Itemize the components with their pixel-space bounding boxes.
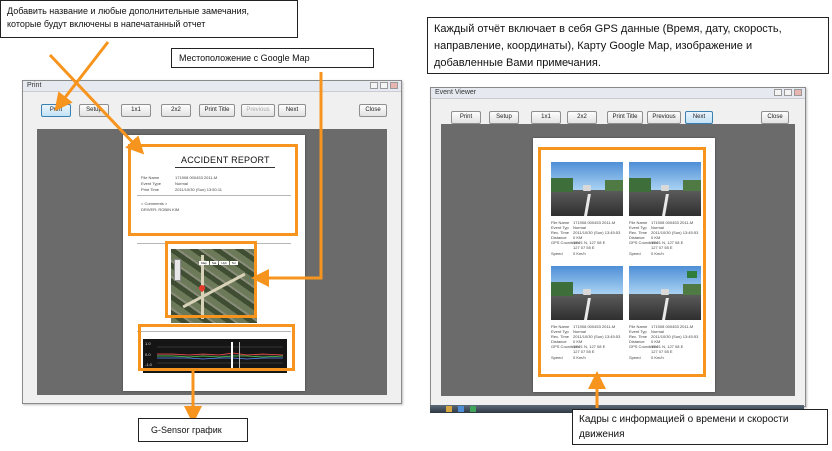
window-title-bar: Print — [23, 81, 401, 92]
callout-gps-line-1: Каждый отчёт включает в себя GPS данные … — [434, 23, 782, 35]
callout-frames-line-1: Кадры с информацией о времени и скорости — [579, 414, 789, 425]
setup-button[interactable]: Setup — [489, 111, 519, 124]
close-button[interactable]: Close — [359, 104, 387, 117]
callout-frames-line-2: движения — [579, 429, 625, 440]
layout-2x2-button[interactable]: 2x2 — [161, 104, 191, 117]
callout-gps-line-2: направление, координаты), Карту Google M… — [434, 40, 753, 52]
highlight-map — [165, 241, 257, 318]
print-button[interactable]: Print — [41, 104, 71, 117]
highlight-report-header — [128, 144, 298, 236]
close-icon[interactable] — [390, 82, 398, 89]
callout-gps-info: Каждый отчёт включает в себя GPS данные … — [427, 17, 829, 74]
taskbar-icon-2[interactable] — [458, 406, 464, 412]
previous-button[interactable]: Previous — [241, 104, 275, 117]
minimize-icon[interactable] — [774, 89, 782, 96]
toolbar: Print Setup 1x1 2x2 Print Title Previous… — [431, 102, 805, 124]
print-button[interactable]: Print — [451, 111, 481, 124]
maximize-icon[interactable] — [380, 82, 388, 89]
toolbar: Print Setup 1x1 2x2 Print Title Previous… — [23, 95, 401, 117]
close-icon[interactable] — [794, 89, 802, 96]
maximize-icon[interactable] — [784, 89, 792, 96]
close-button[interactable]: Close — [761, 111, 789, 124]
highlight-g-sensor — [138, 324, 295, 371]
next-button[interactable]: Next — [685, 111, 713, 124]
layout-2x2-button[interactable]: 2x2 — [567, 111, 597, 124]
layout-1x1-button[interactable]: 1x1 — [121, 104, 151, 117]
callout-google-map-text: Местоположение с Google Map — [179, 53, 310, 63]
callout-gsensor: G-Sensor график — [138, 418, 248, 442]
callout-google-map: Местоположение с Google Map — [171, 48, 374, 68]
window-title: Event Viewer — [435, 89, 477, 96]
callout-notes-line-1: Добавить название и любые дополнительные… — [7, 6, 250, 16]
previous-button[interactable]: Previous — [647, 111, 681, 124]
minimize-icon[interactable] — [370, 82, 378, 89]
callout-gsensor-text: G-Sensor график — [151, 425, 222, 435]
window-title: Print — [27, 82, 42, 89]
layout-1x1-button[interactable]: 1x1 — [531, 111, 561, 124]
window-title-bar: Event Viewer — [431, 88, 805, 99]
callout-notes-line-2: которые будут включены в напечатанный от… — [7, 19, 206, 29]
highlight-frames — [538, 147, 706, 377]
next-button[interactable]: Next — [278, 104, 306, 117]
callout-frames: Кадры с информацией о времени и скорости… — [572, 409, 828, 445]
callout-gps-line-3: добавленные Вами примечания. — [434, 57, 601, 69]
taskbar-icon-3[interactable] — [470, 406, 476, 412]
print-title-button[interactable]: Print Title — [607, 111, 643, 124]
setup-button[interactable]: Setup — [79, 104, 109, 117]
print-title-button[interactable]: Print Title — [199, 104, 235, 117]
taskbar-icon-1[interactable] — [446, 406, 452, 412]
callout-notes: Добавить название и любые дополнительные… — [0, 0, 298, 38]
